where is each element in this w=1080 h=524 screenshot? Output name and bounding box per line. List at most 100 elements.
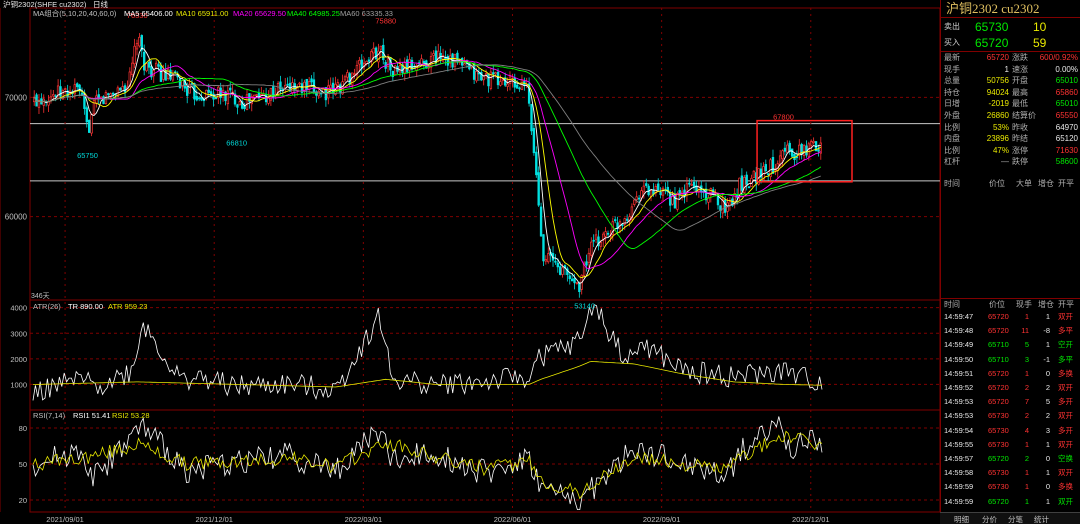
tick-row: 14:59:58 65730 1 1 双开 (941, 467, 1080, 480)
tick-qty: 7 (1024, 397, 1029, 407)
candle-body (374, 47, 378, 60)
candle-body (64, 88, 67, 90)
tick-price: 65710 (988, 354, 1009, 364)
candle-body (386, 58, 390, 67)
tick-row: 14:59:57 65720 2 0 空换 (941, 453, 1080, 466)
candle-body (420, 58, 423, 65)
rsi2-line (32, 430, 823, 500)
tick-qty: 5 (1024, 340, 1029, 350)
candle-body (195, 95, 198, 101)
candle-body (157, 64, 160, 67)
tick-type: 空换 (1058, 454, 1073, 463)
candle-body (518, 87, 521, 90)
tick-qty: 1 (1024, 468, 1029, 478)
candle-body (530, 103, 533, 132)
candle-body (154, 62, 158, 69)
tick-row: 14:59:59 65720 1 1 双开 (941, 496, 1080, 509)
candle-body (594, 234, 598, 240)
candle-body (54, 95, 57, 98)
candle-body (499, 81, 502, 86)
tick-row: 14:59:47 65720 1 1 双开 (941, 311, 1080, 324)
ma-line-ma5 (33, 47, 821, 284)
tick-price: 65730 (988, 482, 1009, 492)
candle-body (723, 199, 727, 213)
stat-label: 外盘 (944, 111, 960, 120)
candle-body (559, 266, 562, 275)
stat-value: 65120 (1055, 134, 1078, 144)
candle-body (475, 71, 478, 82)
candle-body (592, 239, 595, 242)
tick-type: 双开 (1058, 312, 1073, 321)
tick-row: 14:59:59 65730 1 0 多换 (941, 481, 1080, 494)
candle-body (133, 45, 136, 65)
tab-trade[interactable]: 分笔 (1008, 514, 1023, 524)
stat-label: 涨停 (1012, 145, 1028, 155)
candle-body (159, 65, 163, 82)
tick-oi: 2 (1045, 383, 1050, 392)
candle-body (752, 170, 756, 178)
candle-body (107, 93, 110, 96)
tick-oi: 1 (1045, 468, 1050, 478)
buy-row[interactable]: 买入 65720 59 (941, 34, 1080, 52)
time-axis-label: 2022/12/01 (792, 515, 830, 524)
rsi1-value-label: RSI1 51.41 (73, 411, 111, 420)
candle-body (207, 89, 210, 93)
stat-label: 现手 (944, 64, 960, 74)
tick-time: 14:59:58 (944, 468, 974, 478)
stat-label: 比例 (944, 122, 960, 132)
candle-body (255, 94, 258, 96)
candle-body (102, 96, 105, 105)
tick-oi: -8 (1043, 326, 1050, 336)
atr-axis-label: 3000 (10, 329, 27, 338)
tick-row: 14:59:54 65730 4 3 多开 (941, 425, 1080, 438)
stat-label: 内盘 (944, 134, 960, 144)
candle-body (145, 63, 148, 72)
candle-body (771, 157, 775, 174)
rsi-axis-label: 80 (19, 424, 27, 433)
candle-body (515, 84, 519, 89)
stat-value: 65010 (1055, 99, 1078, 109)
price-axis-label: 60000 (5, 213, 28, 222)
buy-label: 买入 (944, 38, 960, 47)
stat-label: 比例 (944, 145, 960, 155)
candle-body (637, 197, 641, 200)
tick-price: 65720 (988, 368, 1009, 378)
tick-time: 14:59:59 (944, 496, 974, 506)
time-axis-label: 2022/09/01 (643, 515, 681, 524)
stat-value: 65860 (1055, 87, 1078, 97)
candle-body (398, 65, 402, 73)
tab-detail[interactable]: 明细 (954, 514, 969, 524)
tick-type: 双开 (1058, 411, 1073, 421)
candle-body (642, 185, 646, 193)
tick-price: 65720 (988, 496, 1009, 506)
kline-chart: 70000 60000 4000 3000 2000 1000 80 50 20 2021/09/… (0, 0, 941, 524)
ticks-header: 时间 价位 现手 增仓 开平 (944, 300, 1074, 309)
candle-body (690, 183, 693, 186)
tick-price: 65730 (988, 411, 1009, 421)
stat-label: 杠杆 (944, 157, 960, 167)
stat-value: 1 (1004, 64, 1009, 74)
stat-label: 涨跌 (1012, 53, 1028, 62)
tick-qty: 3 (1024, 354, 1029, 364)
stat-label: 持仓 (944, 87, 960, 97)
candle-body (119, 87, 122, 91)
tick-qty: 1 (1024, 496, 1029, 506)
extreme-label: 65750 (77, 151, 98, 160)
candle-body (492, 72, 495, 75)
tick-type: 双开 (1058, 496, 1073, 506)
candle-body (487, 73, 490, 87)
candle-body (783, 147, 787, 152)
tick-row: 14:59:53 65730 2 2 双开 (941, 410, 1080, 423)
tab-price[interactable]: 分价 (982, 514, 997, 524)
tick-time: 14:59:47 (944, 312, 974, 321)
tab-stats[interactable]: 统计 (1034, 514, 1049, 524)
candle-body (346, 72, 349, 78)
atr-axis-label: 2000 (10, 355, 27, 364)
quote-panel: 沪铜2302 cu2302 卖出 65730 10 买入 65720 59 最新… (940, 0, 1080, 524)
candle-body (688, 182, 691, 185)
tick-type: 双开 (1058, 439, 1073, 449)
tick-qty: 1 (1024, 439, 1029, 449)
tr-line (32, 304, 823, 401)
tick-time: 14:59:57 (944, 454, 974, 463)
tick-oi: -1 (1043, 354, 1050, 364)
